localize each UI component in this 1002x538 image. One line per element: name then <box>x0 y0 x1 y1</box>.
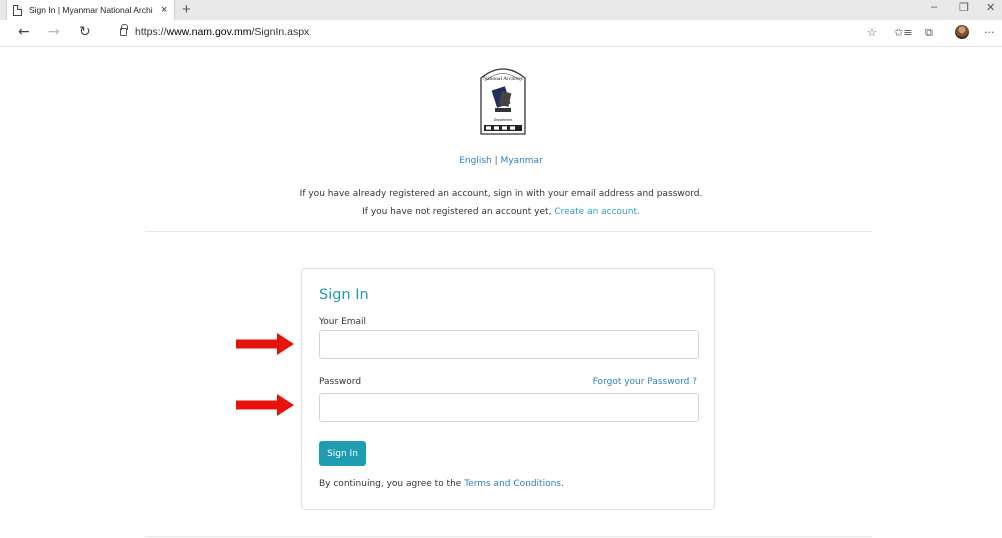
new-tab-button[interactable]: + <box>182 1 191 18</box>
password-label: Password <box>319 377 362 387</box>
url-field[interactable]: https://www.nam.gov.mm/SignIn.aspx <box>135 26 309 38</box>
tab-close-icon[interactable]: × <box>161 4 167 16</box>
terms-link[interactable]: Terms and Conditions <box>464 479 561 489</box>
minimize-button[interactable]: – <box>931 1 937 13</box>
tab-title: Sign In | Myanmar National Archi <box>29 5 153 15</box>
intro-line-2-text: If you have not registered an account ye… <box>362 207 555 217</box>
page-icon <box>13 4 22 16</box>
divider <box>145 231 872 232</box>
url-host: www.nam.gov.mm <box>166 26 252 38</box>
lang-english-link[interactable]: English <box>459 156 492 166</box>
address-bar-row: ← → ↻ https://www.nam.gov.mm/SignIn.aspx… <box>0 20 1002 47</box>
refresh-button[interactable]: ↻ <box>79 24 91 40</box>
forward-button[interactable]: → <box>48 24 60 40</box>
browser-tab[interactable]: Sign In | Myanmar National Archi × <box>6 0 175 20</box>
close-window-button[interactable]: ✕ <box>986 1 995 14</box>
intro-line-1: If you have already registered an accoun… <box>299 189 703 199</box>
create-account-link[interactable]: Create an account. <box>554 207 640 217</box>
restore-button[interactable]: ❐ <box>959 1 969 14</box>
terms-prefix: By continuing, you agree to the <box>319 479 465 489</box>
lang-myanmar-link[interactable]: Myanmar <box>500 156 542 166</box>
collections-icon[interactable]: ⧉ <box>925 26 933 40</box>
avatar[interactable] <box>955 25 969 39</box>
logo-department-text: Department <box>494 118 513 122</box>
email-field[interactable] <box>319 330 699 359</box>
browser-titlebar: Sign In | Myanmar National Archi × + – ❐… <box>0 0 1002 20</box>
more-icon[interactable]: ··· <box>984 26 995 39</box>
national-archives-logo: National Archives Department <box>480 68 526 135</box>
favorites-icon[interactable]: ✩≡ <box>894 26 912 39</box>
star-icon[interactable]: ☆ <box>867 26 877 39</box>
signin-card: Sign In Your Email Password Forgot your … <box>301 268 715 510</box>
red-arrow-email <box>236 333 294 355</box>
back-button[interactable]: ← <box>18 24 30 40</box>
lock-icon <box>120 24 128 36</box>
password-field[interactable] <box>319 393 699 422</box>
intro-line-2: If you have not registered an account ye… <box>0 207 1002 217</box>
email-label: Your Email <box>319 317 367 327</box>
url-path: /SignIn.aspx <box>251 26 310 38</box>
language-switch: English | Myanmar <box>0 156 1002 166</box>
logo-arc-text: National Archives <box>483 76 523 82</box>
red-arrow-password <box>236 394 294 416</box>
forgot-password-link[interactable]: Forgot your Password ? <box>593 377 697 387</box>
url-prefix: https:// <box>135 26 167 38</box>
signin-title: Sign In <box>319 287 369 303</box>
signin-button[interactable]: Sign In <box>319 441 366 466</box>
terms-suffix: . <box>560 479 564 489</box>
terms-notice: By continuing, you agree to the Terms an… <box>319 479 564 489</box>
footer-divider <box>145 536 872 537</box>
